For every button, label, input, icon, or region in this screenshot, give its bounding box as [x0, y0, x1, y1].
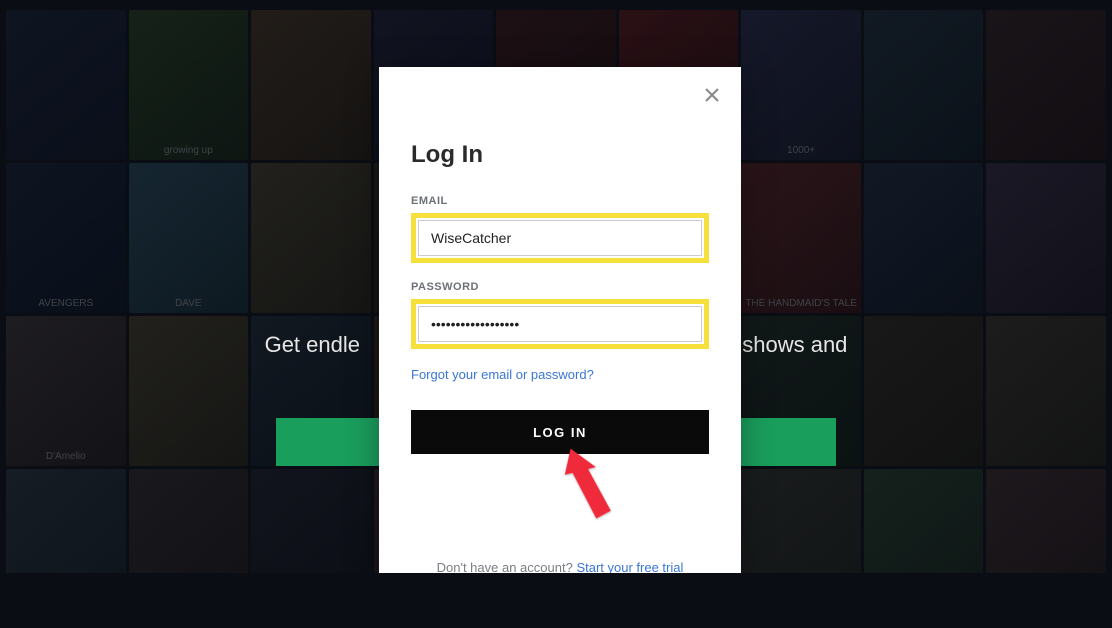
show-tile — [986, 316, 1106, 466]
login-modal: Log In EMAIL PASSWORD Forgot your email … — [379, 67, 741, 597]
show-tile: D'Amelio — [6, 316, 126, 466]
show-tile: DAVE — [129, 163, 249, 313]
show-tile: 1000+ — [741, 10, 861, 160]
show-tile — [741, 316, 861, 466]
forgot-link[interactable]: Forgot your email or password? — [411, 367, 709, 382]
close-icon — [705, 88, 719, 105]
show-tile: LITTLE — [251, 316, 371, 466]
show-tile — [864, 316, 984, 466]
password-highlight-frame — [411, 299, 709, 349]
modal-title: Log In — [411, 141, 709, 169]
show-tile — [6, 10, 126, 160]
email-label: EMAIL — [411, 195, 709, 207]
login-button[interactable]: LOG IN — [411, 410, 709, 454]
close-button[interactable] — [701, 85, 723, 107]
password-label: PASSWORD — [411, 281, 709, 293]
show-tile — [864, 163, 984, 313]
show-tile: THE HANDMAID'S TALE — [741, 163, 861, 313]
password-field[interactable] — [418, 306, 702, 342]
show-tile — [129, 316, 249, 466]
show-tile: growing up — [129, 10, 249, 160]
show-tile — [251, 10, 371, 160]
show-tile — [986, 163, 1106, 313]
bottom-band — [0, 573, 1112, 628]
show-tile — [864, 10, 984, 160]
email-field[interactable] — [418, 220, 702, 256]
show-tile: AVENGERS — [6, 163, 126, 313]
show-tile — [251, 163, 371, 313]
email-highlight-frame — [411, 213, 709, 263]
show-tile — [986, 10, 1106, 160]
